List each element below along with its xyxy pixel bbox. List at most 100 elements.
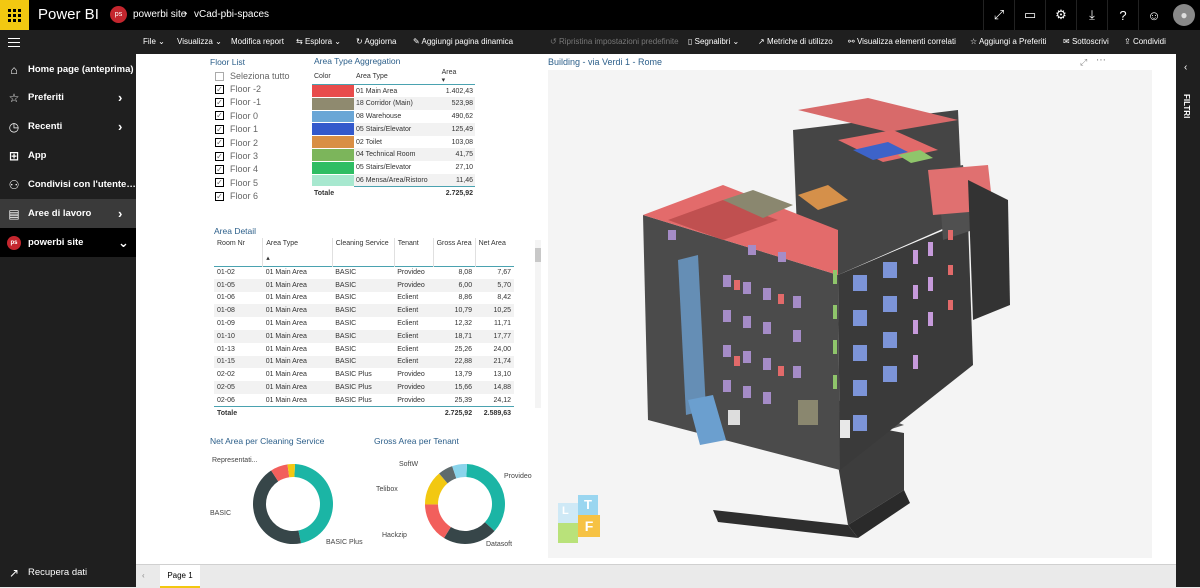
reset-icon: ↺	[550, 37, 557, 46]
hamburger-icon[interactable]	[8, 38, 20, 50]
header-tenant[interactable]: Tenant	[394, 238, 434, 266]
help-icon[interactable]: ?	[1107, 0, 1138, 30]
agg-row[interactable]: 02 Toilet 103,08	[312, 135, 475, 149]
floor-checkbox[interactable]: ✓ Floor 1	[215, 124, 258, 134]
sidebar-item-workspaces[interactable]: ▤ Aree di lavoro ›	[0, 199, 136, 228]
label-basic: BASIC	[210, 510, 232, 517]
refresh-icon: ↻	[356, 37, 363, 46]
header-area-type[interactable]: Area Type ▴	[262, 238, 333, 266]
bookmarks-menu[interactable]: ▯ Segnalibri ⌄	[688, 37, 739, 46]
filters-panel[interactable]: ‹ FILTRI	[1176, 54, 1200, 587]
header-area[interactable]: Area ▾	[440, 69, 475, 85]
view-menu[interactable]: Visualizza ⌄	[177, 37, 222, 46]
agg-row[interactable]: 04 Technical Room 41,75	[312, 148, 475, 162]
floor-checkbox[interactable]: ✓ Floor 4	[215, 164, 258, 174]
3d-model-viewer[interactable]: T F L	[548, 70, 1152, 558]
checkmark-icon: ✓	[215, 84, 224, 94]
table-cell: 01-09	[217, 320, 235, 328]
comment-icon[interactable]: ▭	[1014, 0, 1045, 30]
agg-row[interactable]: 18 Corridor (Main) 523,98	[312, 97, 475, 111]
feedback-icon[interactable]: ☺	[1138, 0, 1169, 30]
breadcrumb-workspace[interactable]: powerbi site	[133, 9, 186, 20]
floor-checkbox[interactable]: ✓ Floor 5	[215, 178, 258, 188]
checkmark-icon: ✓	[215, 151, 224, 161]
get-data-button[interactable]: ↗ Recupera dati	[0, 558, 136, 587]
table-cell: 22,88	[433, 355, 476, 369]
header-color[interactable]: Color	[312, 69, 354, 85]
area-agg-title: Area Type Aggregation	[314, 56, 401, 66]
table-row[interactable]: 01-06 01 Main Area BASIC Eclient 8,86 8,42	[214, 292, 514, 305]
label-telibox: Telibox	[376, 486, 398, 493]
donut-slice-basic-plus[interactable]	[294, 464, 333, 544]
floor-checkbox[interactable]: ✓ Floor -2	[215, 84, 261, 94]
header-area-type[interactable]: Area Type	[354, 69, 440, 85]
table-cell: 01 Main Area	[262, 381, 333, 394]
table-row[interactable]: 02-02 01 Main Area BASIC Plus Provideo 13,79…	[214, 368, 514, 381]
floor-checkbox[interactable]: ✓ Floor 0	[215, 111, 258, 121]
floor-checkbox[interactable]: ✓ Floor 3	[215, 151, 258, 161]
table-row[interactable]: 02-06 01 Main Area BASIC Plus Provideo 25,39…	[214, 394, 514, 407]
edit-report-button[interactable]: Modifica report	[231, 37, 284, 46]
agg-row[interactable]: 06 Mensa/Area/Ristoro 11,46	[312, 174, 475, 188]
explore-menu[interactable]: ⇆ Esplora ⌄	[296, 37, 341, 46]
agg-row[interactable]: 08 Warehouse 490,62	[312, 110, 475, 124]
sidebar-item-favorites[interactable]: ☆ Preferiti ›	[0, 83, 136, 112]
donut-slice-hackzip[interactable]	[425, 504, 451, 539]
agg-row[interactable]: 05 Stairs/Elevator 27,10	[312, 161, 475, 175]
add-dynamic-page-button[interactable]: ✎ Aggiungi pagina dinamica	[413, 37, 513, 46]
expand-icon[interactable]: ⤢	[983, 0, 1014, 30]
select-all-checkbox[interactable]: Seleziona tutto	[215, 71, 290, 81]
label-representative: Representati...	[212, 457, 258, 464]
header-gross-area[interactable]: Gross Area	[433, 238, 476, 266]
tab-page-1[interactable]: Page 1	[160, 565, 200, 588]
table-row[interactable]: 01-13 01 Main Area BASIC Eclient 25,26 24,00	[214, 343, 514, 356]
header-room-nr[interactable]: Room Nr	[214, 238, 264, 266]
avatar[interactable]: ●	[1173, 4, 1195, 26]
reset-defaults-button[interactable]: ↺ Ripristina impostazioni predefinite	[550, 37, 679, 46]
donut-slice-provideo[interactable]	[466, 464, 505, 532]
area-type-cell: 08 Warehouse	[356, 112, 402, 120]
settings-icon[interactable]: ⚙	[1045, 0, 1076, 30]
refresh-button[interactable]: ↻ Aggiorna	[356, 37, 397, 46]
sidebar-item-shared[interactable]: ⚇ Condivisi con l'utente co...	[0, 170, 136, 199]
table-row[interactable]: 01-10 01 Main Area BASIC Eclient 18,71 17,77	[214, 329, 514, 343]
floor-checkbox[interactable]: ✓ Floor 6	[215, 191, 258, 201]
file-menu[interactable]: File ⌄	[143, 37, 165, 46]
more-options-icon[interactable]: ⋯	[1096, 55, 1106, 66]
brand-title[interactable]: Power BI	[38, 6, 99, 23]
sidebar-item-home[interactable]: ⌂ Home page (anteprima)	[0, 55, 136, 84]
share-button[interactable]: ⇪ Condividi	[1124, 37, 1166, 46]
chevron-left-icon[interactable]: ‹	[142, 571, 145, 580]
scrollbar-thumb[interactable]	[535, 248, 541, 262]
header-net-area[interactable]: Net Area	[475, 238, 514, 266]
app-launcher-button[interactable]	[0, 0, 29, 30]
table-row[interactable]: 01-08 01 Main Area BASIC Eclient 10,79 10,25	[214, 304, 514, 318]
table-cell: 11,71	[494, 320, 511, 328]
chevron-left-icon[interactable]: ‹	[1184, 62, 1187, 73]
table-row[interactable]: 01-15 01 Main Area BASIC Eclient 22,88 21,74	[214, 355, 514, 369]
table-scrollbar[interactable]	[535, 240, 541, 408]
sidebar-item-apps[interactable]: ⊞ App	[0, 141, 136, 170]
download-icon[interactable]: ⤓	[1076, 0, 1107, 30]
table-row[interactable]: 01-02 01 Main Area BASIC Provideo 8,08 7,67	[214, 266, 514, 279]
table-row[interactable]: 01-05 01 Main Area BASIC Provideo 6,00 5,70	[214, 278, 514, 292]
usage-metrics-button[interactable]: ↗ Metriche di utilizzo	[758, 37, 833, 46]
subscribe-button[interactable]: ✉ Sottoscrivi	[1063, 37, 1109, 46]
breadcrumb-report[interactable]: vCad-pbi-spaces	[194, 9, 269, 20]
floor-checkbox[interactable]: ✓ Floor 2	[215, 138, 258, 148]
floor-checkbox[interactable]: ✓ Floor -1	[215, 97, 261, 107]
donut-slice-basic[interactable]	[253, 470, 301, 544]
focus-mode-icon[interactable]: ⤢	[1080, 57, 1087, 68]
agg-row[interactable]: 05 Stairs/Elevator 125,49	[312, 122, 475, 137]
table-row[interactable]: 02-05 01 Main Area BASIC Plus Provideo 15,66…	[214, 381, 514, 394]
related-items-button[interactable]: ⚯ Visualizza elementi correlati	[848, 37, 956, 46]
agg-row[interactable]: 01 Main Area 1.402,43	[312, 84, 475, 98]
top-bar: Power BI ps powerbi site › vCad-pbi-spac…	[0, 0, 1200, 30]
table-row[interactable]: 01-09 01 Main Area BASIC Eclient 12,32 11,71	[214, 317, 514, 330]
sidebar-item-powerbi-site[interactable]: ps powerbi site ⌄	[0, 228, 136, 257]
area-value-cell: 490,62	[451, 112, 473, 120]
sidebar-item-recent[interactable]: ◷ Recenti ›	[0, 112, 136, 141]
area-value-cell: 523,98	[439, 97, 475, 111]
add-favorites-button[interactable]: ☆ Aggiungi a Preferiti	[970, 37, 1047, 46]
header-cleaning-service[interactable]: Cleaning Service	[332, 238, 395, 266]
